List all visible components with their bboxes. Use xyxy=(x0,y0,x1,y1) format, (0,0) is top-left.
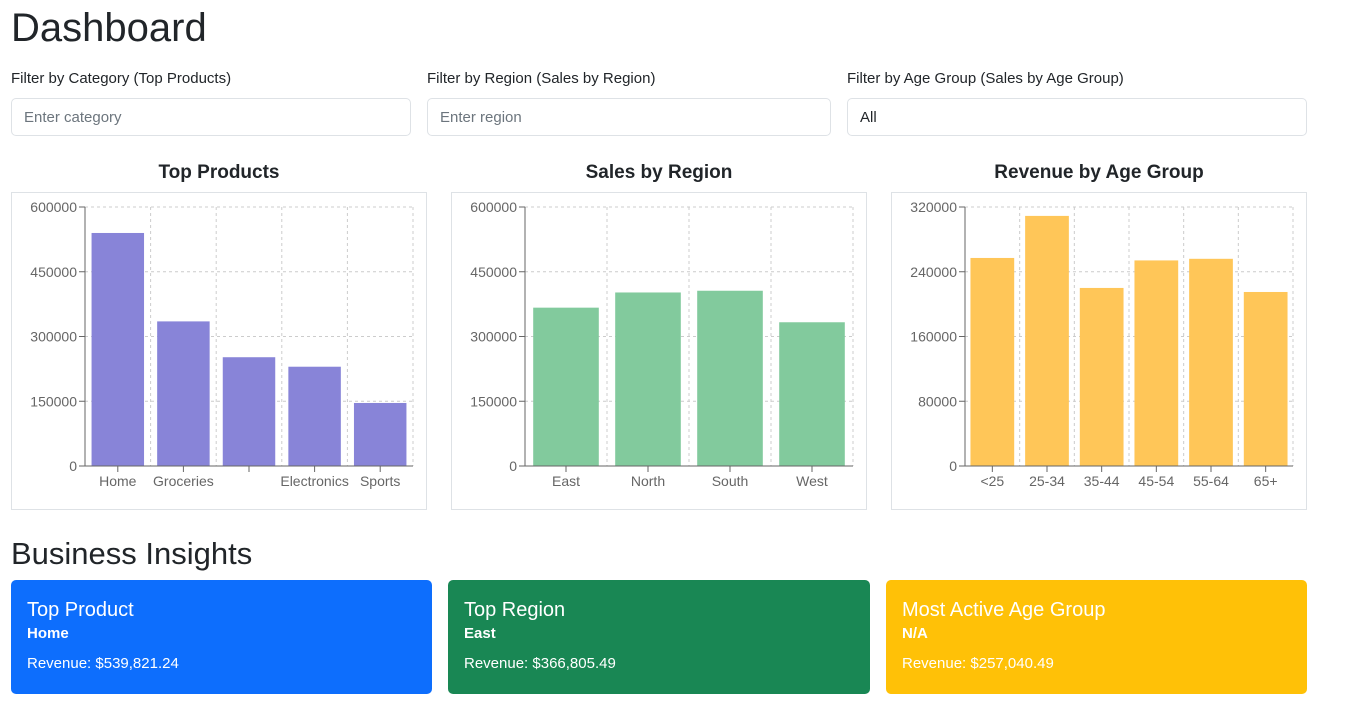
bar xyxy=(970,257,1015,466)
bar xyxy=(1079,287,1124,466)
business-insights-title: Business Insights xyxy=(11,536,253,571)
bar xyxy=(697,290,763,466)
revenue-by-age-chart: 0 80000 160000 240000 320000 <25 25-34 35-44 45-… xyxy=(891,192,1307,510)
x-tick-label: <25 xyxy=(980,473,1004,489)
page-title: Dashboard xyxy=(11,6,207,50)
top-products-chart-svg: 0 150000 300000 450000 600000 Home Groceries El… xyxy=(30,199,414,489)
top-product-card: Top Product Home Revenue: $539,821.24 xyxy=(11,580,432,694)
x-tick-label: East xyxy=(552,473,580,489)
y-tick-label: 160000 xyxy=(910,329,957,345)
y-tick-label: 0 xyxy=(69,458,77,474)
bar xyxy=(1243,291,1288,466)
top-products-chart-title: Top Products xyxy=(158,162,280,183)
category-filter-input[interactable] xyxy=(11,98,411,136)
y-tick-label: 0 xyxy=(509,458,517,474)
age-group-filter-select[interactable]: All xyxy=(847,98,1307,136)
y-tick-label: 450000 xyxy=(30,264,77,280)
x-tick-label: 35-44 xyxy=(1084,473,1120,489)
category-filter-label: Filter by Category (Top Products) xyxy=(11,70,232,87)
bar xyxy=(779,322,845,466)
top-products-chart: 0 150000 300000 450000 600000 Home Groceries El… xyxy=(11,192,427,510)
bar xyxy=(157,321,210,466)
y-tick-label: 320000 xyxy=(910,199,957,215)
x-tick-label: West xyxy=(796,473,828,489)
y-tick-label: 80000 xyxy=(918,393,957,409)
bar xyxy=(1189,258,1233,466)
x-tick-label: 45-54 xyxy=(1138,473,1174,489)
bar xyxy=(222,357,276,466)
sales-by-region-chart: 0 150000 300000 450000 600000 East North South W… xyxy=(451,192,867,510)
sales-by-region-chart-title: Sales by Region xyxy=(585,162,733,183)
x-tick-label: 25-34 xyxy=(1029,473,1065,489)
region-filter-input[interactable] xyxy=(427,98,831,136)
y-tick-label: 150000 xyxy=(470,393,517,409)
card-revenue: Revenue: $366,805.49 xyxy=(464,655,616,672)
y-tick-label: 0 xyxy=(949,458,957,474)
y-tick-label: 450000 xyxy=(470,264,517,280)
top-region-card: Top Region East Revenue: $366,805.49 xyxy=(448,580,870,694)
x-tick-label: South xyxy=(712,473,749,489)
region-filter-label: Filter by Region (Sales by Region) xyxy=(427,70,656,87)
bar xyxy=(288,366,341,466)
card-title: Top Product xyxy=(27,599,134,621)
y-tick-label: 150000 xyxy=(30,393,77,409)
bar xyxy=(533,307,599,466)
x-tick-label: 65+ xyxy=(1254,473,1278,489)
age-group-selected-value: All xyxy=(860,108,877,126)
bar xyxy=(1025,215,1069,466)
bar xyxy=(91,232,145,466)
most-active-age-group-card: Most Active Age Group N/A Revenue: $257,… xyxy=(886,580,1307,694)
x-tick-label: 55-64 xyxy=(1193,473,1229,489)
x-tick-label: Groceries xyxy=(153,473,214,489)
card-revenue: Revenue: $539,821.24 xyxy=(27,655,179,672)
card-title: Top Region xyxy=(464,599,566,621)
card-revenue: Revenue: $257,040.49 xyxy=(902,655,1054,672)
bar xyxy=(1134,260,1179,466)
y-tick-label: 300000 xyxy=(30,329,77,345)
revenue-by-age-chart-title: Revenue by Age Group xyxy=(994,162,1204,183)
y-tick-label: 240000 xyxy=(910,264,957,280)
card-subtitle: Home xyxy=(27,625,69,642)
x-tick-label: North xyxy=(631,473,665,489)
sales-by-region-chart-svg: 0 150000 300000 450000 600000 East North South W… xyxy=(470,199,854,489)
y-tick-label: 600000 xyxy=(470,199,517,215)
card-title: Most Active Age Group xyxy=(902,599,1106,621)
card-subtitle: East xyxy=(464,625,496,642)
bar xyxy=(615,292,681,466)
y-tick-label: 600000 xyxy=(30,199,77,215)
card-subtitle: N/A xyxy=(902,625,928,642)
x-tick-label: Home xyxy=(99,473,137,489)
y-tick-label: 300000 xyxy=(470,329,517,345)
x-tick-label: Electronics xyxy=(280,473,348,489)
x-tick-label: Sports xyxy=(360,473,400,489)
revenue-by-age-chart-svg: 0 80000 160000 240000 320000 <25 25-34 35-44 45-… xyxy=(910,199,1294,489)
bar xyxy=(353,402,407,466)
age-group-filter-label: Filter by Age Group (Sales by Age Group) xyxy=(847,70,1124,87)
